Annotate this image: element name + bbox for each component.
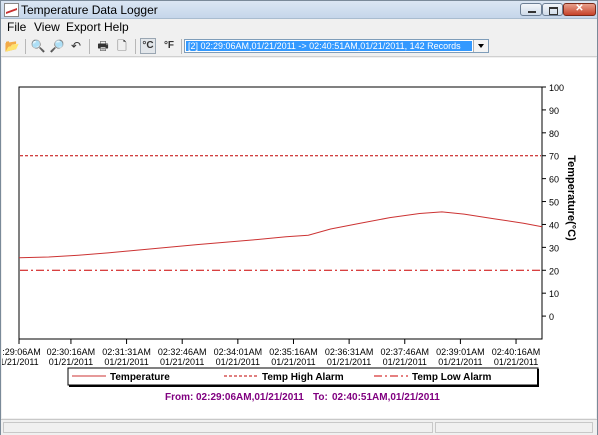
fahrenheit-button[interactable]: °F xyxy=(161,38,177,54)
x-tick-label-date: 01/21/2011 xyxy=(160,357,204,367)
range-from-value: 02:29:06AM,01/21/2011 xyxy=(196,392,304,403)
app-chart-icon xyxy=(4,3,19,17)
x-tick-label-date: 01/21/2011 xyxy=(494,357,538,367)
x-tick-label-time: 02:40:16AM xyxy=(492,347,541,357)
print-icon[interactable]: 🖶 xyxy=(95,38,111,54)
toolbar-separator xyxy=(89,39,90,54)
records-dropdown[interactable]: [2] 02:29:06AM,01/21/2011 -> 02:40:51AM,… xyxy=(184,39,489,53)
range-to-label: To: xyxy=(313,392,328,403)
open-folder-icon[interactable]: 📂 xyxy=(4,38,20,54)
y-tick-label: 100 xyxy=(549,83,564,93)
y-tick-label: 30 xyxy=(549,243,559,253)
close-button[interactable] xyxy=(563,3,596,16)
y-tick-label: 0 xyxy=(549,312,554,322)
x-tick-label-time: 02:36:31AM xyxy=(325,347,374,357)
maximize-button[interactable] xyxy=(542,3,563,16)
range-to-value: 02:40:51AM,01/21/2011 xyxy=(332,392,440,403)
x-tick-label-date: 01/21/2011 xyxy=(383,357,427,367)
menu-bar: File View Export Help xyxy=(1,19,597,35)
menu-export[interactable]: Export xyxy=(66,20,101,34)
toolbar-separator xyxy=(25,39,26,54)
y-tick-label: 60 xyxy=(549,175,559,185)
menu-help[interactable]: Help xyxy=(104,20,129,34)
chevron-down-icon[interactable] xyxy=(473,40,488,52)
x-tick-label-date: 01/21/2011 xyxy=(49,357,93,367)
x-tick-label-time: 02:34:01AM xyxy=(214,347,263,357)
x-tick-label-date: 1/21/2011 xyxy=(2,357,39,367)
chart-canvas: 0 10 20 30 40 50 60 70 80 90 100 2:29:06AM1/21/201… xyxy=(0,58,596,418)
x-tick-label-date: 01/21/2011 xyxy=(438,357,482,367)
y-tick-label: 80 xyxy=(549,129,559,139)
toolbar-separator xyxy=(135,39,136,54)
legend-temperature-label: Temperature xyxy=(110,372,170,383)
x-tick-label-time: 2:29:06AM xyxy=(2,347,41,357)
x-tick-label-date: 01/21/2011 xyxy=(327,357,371,367)
x-tick-label-time: 02:32:46AM xyxy=(158,347,207,357)
window-title: Temperature Data Logger xyxy=(21,3,158,17)
y-axis-label: Temperature(°C) xyxy=(565,155,577,241)
toolbar-separator xyxy=(181,39,182,54)
temperature-chart: 0 10 20 30 40 50 60 70 80 90 100 2:29:06AM1/21/201… xyxy=(0,83,577,403)
app-window: Temperature Data Logger File View Export… xyxy=(0,0,598,435)
legend-high-alarm-label: Temp High Alarm xyxy=(262,372,344,383)
status-bar xyxy=(1,419,597,435)
x-tick-label-time: 02:31:31AM xyxy=(102,347,151,357)
x-tick-label-time: 02:37:46AM xyxy=(380,347,429,357)
x-tick-label-time: 02:39:01AM xyxy=(436,347,485,357)
records-selected-value: [2] 02:29:06AM,01/21/2011 -> 02:40:51AM,… xyxy=(186,41,472,51)
range-from-label: From: xyxy=(165,392,193,403)
y-tick-label: 40 xyxy=(549,220,559,230)
undo-zoom-icon[interactable]: ↶ xyxy=(68,38,84,54)
status-pane-main xyxy=(3,422,433,433)
x-tick-label-time: 02:30:16AM xyxy=(47,347,96,357)
y-tick-label: 50 xyxy=(549,198,559,208)
y-tick-label: 10 xyxy=(549,289,559,299)
menu-file[interactable]: File xyxy=(7,20,26,34)
plot-area xyxy=(18,86,543,340)
status-pane-secondary xyxy=(435,422,593,433)
minimize-button[interactable] xyxy=(520,3,542,16)
x-tick-label-date: 01/21/2011 xyxy=(104,357,148,367)
zoom-out-icon[interactable]: 🔍 xyxy=(30,38,46,54)
x-tick-label-date: 01/21/2011 xyxy=(271,357,315,367)
menu-view[interactable]: View xyxy=(34,20,60,34)
legend-low-alarm-label: Temp Low Alarm xyxy=(412,372,492,383)
x-tick-label-time: 02:35:16AM xyxy=(269,347,318,357)
celsius-button[interactable]: °C xyxy=(140,38,156,54)
y-tick-label: 70 xyxy=(549,152,559,162)
y-tick-label: 90 xyxy=(549,106,559,116)
title-bar: Temperature Data Logger xyxy=(1,1,597,19)
print-preview-icon[interactable]: 🗋 xyxy=(114,38,130,54)
y-tick-label: 20 xyxy=(549,266,559,276)
x-tick-label-date: 01/21/2011 xyxy=(216,357,260,367)
zoom-in-icon[interactable]: 🔎 xyxy=(49,38,65,54)
